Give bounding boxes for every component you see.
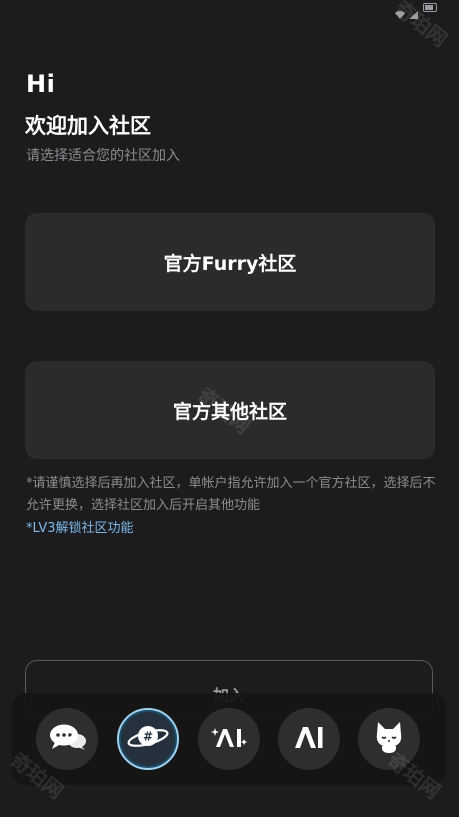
svg-text:#: # [143,730,153,744]
battery-icon [423,3,437,12]
subtitle: 请选择适合您的社区加入 [26,148,180,164]
community-select-screen: Hi 欢迎加入社区 请选择适合您的社区加入 官方Furry社区 官方其他社区 *… [0,0,459,817]
dock-community-button[interactable]: # [117,708,179,770]
option-label: 官方Furry社区 [163,252,297,275]
status-bar [0,0,459,19]
ai-logo-icon [293,724,325,754]
dock-profile-button[interactable] [358,708,420,770]
selection-notice: *请谨慎选择后再加入社区，单帐户指允许加入一个官方社区，选择后不允许更换，选择社… [26,476,436,513]
signal-icon [409,4,418,19]
furry-community-option[interactable]: 官方Furry社区 [25,213,435,311]
option-label: 官方其他社区 [172,400,287,423]
dock-chat-button[interactable] [36,708,98,770]
cat-face-icon [371,720,407,758]
chat-bubbles-icon [47,722,87,756]
unlock-level-note: *LV3解锁社区功能 [26,521,134,536]
wifi-icon [395,4,405,19]
dock-ai-logo-button[interactable] [278,708,340,770]
greeting-title: Hi [26,70,56,98]
welcome-title: 欢迎加入社区 [25,114,151,138]
other-community-option[interactable]: 官方其他社区 [25,361,435,459]
status-icons [395,3,437,19]
bottom-dock: # [12,693,446,785]
planet-hashtag-icon: # [126,719,170,759]
ai-sparkle-icon [210,723,248,755]
dock-ai-button[interactable] [198,708,260,770]
